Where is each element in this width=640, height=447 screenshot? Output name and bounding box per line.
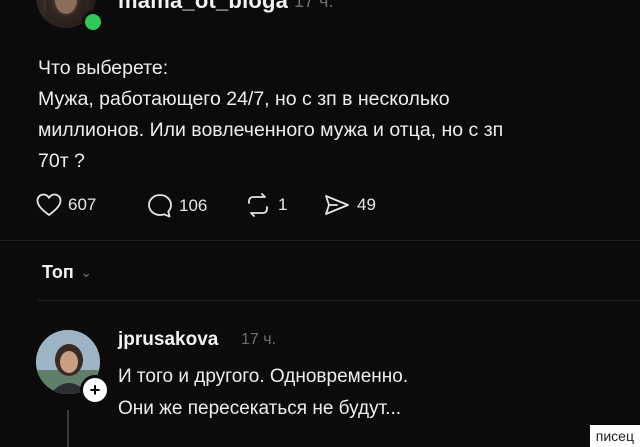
post-text-line: Мужа, работающего 24/7, но с зп в нескол… <box>38 88 450 110</box>
post-text-line: Что выберете: <box>38 57 169 79</box>
comment-username[interactable]: jprusakova <box>118 329 218 351</box>
online-status-icon <box>82 11 104 33</box>
comment-count: 106 <box>179 196 208 215</box>
sort-label: Топ <box>42 262 74 282</box>
share-count: 49 <box>357 195 376 214</box>
comment-icon <box>148 194 172 218</box>
post-text: Что выберете: Мужа, работающего 24/7, но… <box>38 53 598 177</box>
post-username[interactable]: mama_ot_bloga <box>118 0 288 14</box>
post-text-line: миллионов. Или вовлеченного мужа и отца,… <box>38 119 504 141</box>
share-button[interactable]: 49 <box>323 193 376 217</box>
like-count: 607 <box>68 195 97 214</box>
comment-text-line: И того и другого. Одновременно. <box>118 366 409 387</box>
divider <box>0 240 640 241</box>
comment-text-line: Они же пересекаться не будут... <box>118 398 402 419</box>
watermark: писец <box>589 425 640 447</box>
comment-time: 17 ч. <box>241 331 277 348</box>
chevron-down-icon: ⌄ <box>80 264 92 280</box>
repost-count: 1 <box>278 195 288 214</box>
sort-dropdown[interactable]: Топ ⌄ <box>42 262 92 283</box>
thread-line <box>67 410 69 447</box>
like-button[interactable]: 607 <box>36 193 96 217</box>
follow-plus-icon[interactable]: + <box>80 375 110 405</box>
post-time: 17 ч. <box>294 0 334 11</box>
post-text-line: 70т ? <box>38 150 85 172</box>
send-icon <box>325 195 349 215</box>
repost-icon <box>248 193 268 217</box>
divider <box>38 300 640 301</box>
repost-button[interactable]: 1 <box>244 193 287 217</box>
comment-button[interactable]: 106 <box>147 193 207 219</box>
heart-icon <box>36 193 62 216</box>
comment-text: И того и другого. Одновременно. Они же п… <box>118 361 618 425</box>
